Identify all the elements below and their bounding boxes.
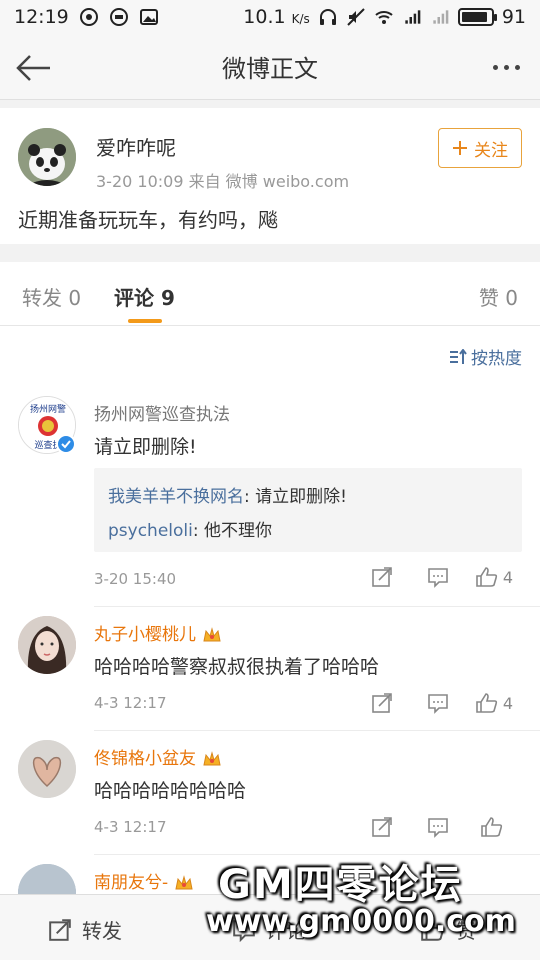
comment-time: 3-20 15:40 bbox=[94, 570, 177, 588]
post-meta: 3-20 10:09 来自 微博 weibo.com bbox=[96, 172, 350, 191]
app-notify-icon bbox=[109, 8, 128, 26]
follow-button[interactable]: 关注 bbox=[438, 128, 522, 168]
comment-icon bbox=[428, 694, 448, 714]
comment-time: 4-3 12:17 bbox=[94, 818, 167, 836]
author-name[interactable]: 爱咋咋呢 bbox=[96, 132, 176, 161]
share-comment-button[interactable] bbox=[354, 688, 410, 718]
comment-text: 请立即删除! bbox=[94, 436, 197, 458]
repost-label: 转发 bbox=[82, 919, 122, 943]
divider bbox=[94, 606, 540, 607]
follow-label: 关注 bbox=[474, 140, 508, 161]
commenter-name[interactable]: 丸子小樱桃儿 bbox=[94, 620, 222, 645]
post-text: 近期准备玩玩车，有约吗，飚 bbox=[18, 208, 278, 232]
reply-box[interactable]: 我美羊羊不换网名: 请立即删除! psycheloli: 他不理你 bbox=[94, 468, 522, 552]
commenter-name[interactable]: 扬州网警巡查执法 bbox=[94, 400, 230, 425]
reply-item: 我美羊羊不换网名: 请立即删除! bbox=[108, 487, 347, 507]
comment-text: 哈哈哈哈哈哈哈哈 bbox=[94, 780, 247, 802]
commenter-name[interactable]: 南朋友兮- bbox=[94, 868, 194, 893]
repost-button[interactable]: 转发 bbox=[48, 915, 122, 944]
sort-button[interactable]: 按热度 bbox=[449, 344, 522, 369]
wifi-icon bbox=[375, 11, 393, 24]
commenter-name[interactable]: 佟锦格小盆友 bbox=[94, 744, 222, 769]
verified-badge-icon bbox=[56, 434, 76, 454]
like-count: 4 bbox=[502, 693, 514, 713]
plus-icon bbox=[453, 141, 467, 155]
more-options-icon[interactable] bbox=[486, 54, 526, 80]
reply-comment-button[interactable] bbox=[410, 562, 466, 592]
mute-icon bbox=[347, 8, 365, 26]
vip-crown-icon bbox=[203, 751, 221, 766]
comment-list: 按热度 扬州网警 巡查执 扬州网警巡查执法 请立即删除! 我美羊羊不换网名: 请… bbox=[0, 326, 540, 894]
comment-icon bbox=[428, 568, 448, 588]
avatar-text-top: 扬州网警 bbox=[30, 403, 66, 415]
battery-percent: 91 bbox=[501, 6, 526, 28]
status-time: 12:19 bbox=[14, 6, 69, 28]
signal-4g-icon bbox=[405, 10, 421, 24]
reply-item: psycheloli: 他不理你 bbox=[108, 521, 272, 541]
status-bar: 12:19 10.1 K/s 91 bbox=[0, 0, 540, 34]
page-title: 微博正文 bbox=[222, 55, 318, 83]
sort-label: 按热度 bbox=[471, 349, 522, 369]
thumbs-up-icon bbox=[476, 693, 498, 713]
tab-comment[interactable]: 评论 9 bbox=[114, 282, 175, 311]
active-tab-indicator bbox=[128, 319, 162, 323]
share-comment-button[interactable] bbox=[354, 812, 410, 842]
comment-actions: 4 bbox=[354, 562, 522, 592]
watermark-title: GM四零论坛 bbox=[218, 862, 463, 908]
like-count: 4 bbox=[502, 567, 514, 587]
share-icon bbox=[372, 567, 392, 587]
post-card: 爱咋咋呢 3-20 10:09 来自 微博 weibo.com 关注 近期准备玩… bbox=[0, 108, 540, 244]
comment-icon bbox=[428, 818, 448, 838]
comment-text: 哈哈哈哈警察叔叔很执着了哈哈哈 bbox=[94, 656, 380, 678]
share-icon bbox=[372, 817, 392, 837]
share-icon bbox=[372, 693, 392, 713]
reply-comment-button[interactable] bbox=[410, 812, 466, 842]
battery-icon bbox=[457, 8, 497, 26]
nav-bar: 微博正文 bbox=[0, 34, 540, 100]
like-comment-button[interactable] bbox=[466, 812, 522, 842]
divider bbox=[94, 730, 540, 731]
commenter-avatar[interactable] bbox=[18, 616, 76, 674]
comment-actions: 4 bbox=[354, 688, 522, 718]
like-comment-button[interactable]: 4 bbox=[466, 562, 522, 592]
share-icon bbox=[49, 918, 71, 941]
vip-crown-icon bbox=[203, 627, 221, 642]
tab-repost[interactable]: 转发 0 bbox=[22, 282, 81, 311]
reply-comment-button[interactable] bbox=[410, 688, 466, 718]
thumbs-up-icon bbox=[476, 567, 498, 587]
weibo-notify-icon bbox=[79, 8, 98, 26]
vip-crown-icon bbox=[175, 875, 193, 890]
commenter-avatar[interactable] bbox=[18, 740, 76, 798]
author-avatar[interactable] bbox=[18, 128, 76, 186]
sort-icon bbox=[450, 348, 467, 364]
headphone-icon bbox=[319, 9, 336, 25]
image-notify-icon bbox=[139, 9, 158, 25]
tab-like[interactable]: 赞 0 bbox=[479, 282, 518, 311]
comment-time: 4-3 12:17 bbox=[94, 694, 167, 712]
like-comment-button[interactable]: 4 bbox=[466, 688, 522, 718]
thumbs-up-icon bbox=[481, 817, 503, 837]
commenter-avatar[interactable] bbox=[18, 864, 76, 894]
watermark-url: www.gm0000.com bbox=[206, 904, 516, 939]
share-comment-button[interactable] bbox=[354, 562, 410, 592]
net-speed: 10.1 K/s bbox=[243, 6, 310, 28]
signal-icon bbox=[433, 10, 449, 24]
comment-actions bbox=[354, 812, 522, 842]
back-arrow-icon[interactable] bbox=[14, 48, 54, 88]
tab-bar: 转发 0 评论 9 赞 0 bbox=[0, 262, 540, 326]
